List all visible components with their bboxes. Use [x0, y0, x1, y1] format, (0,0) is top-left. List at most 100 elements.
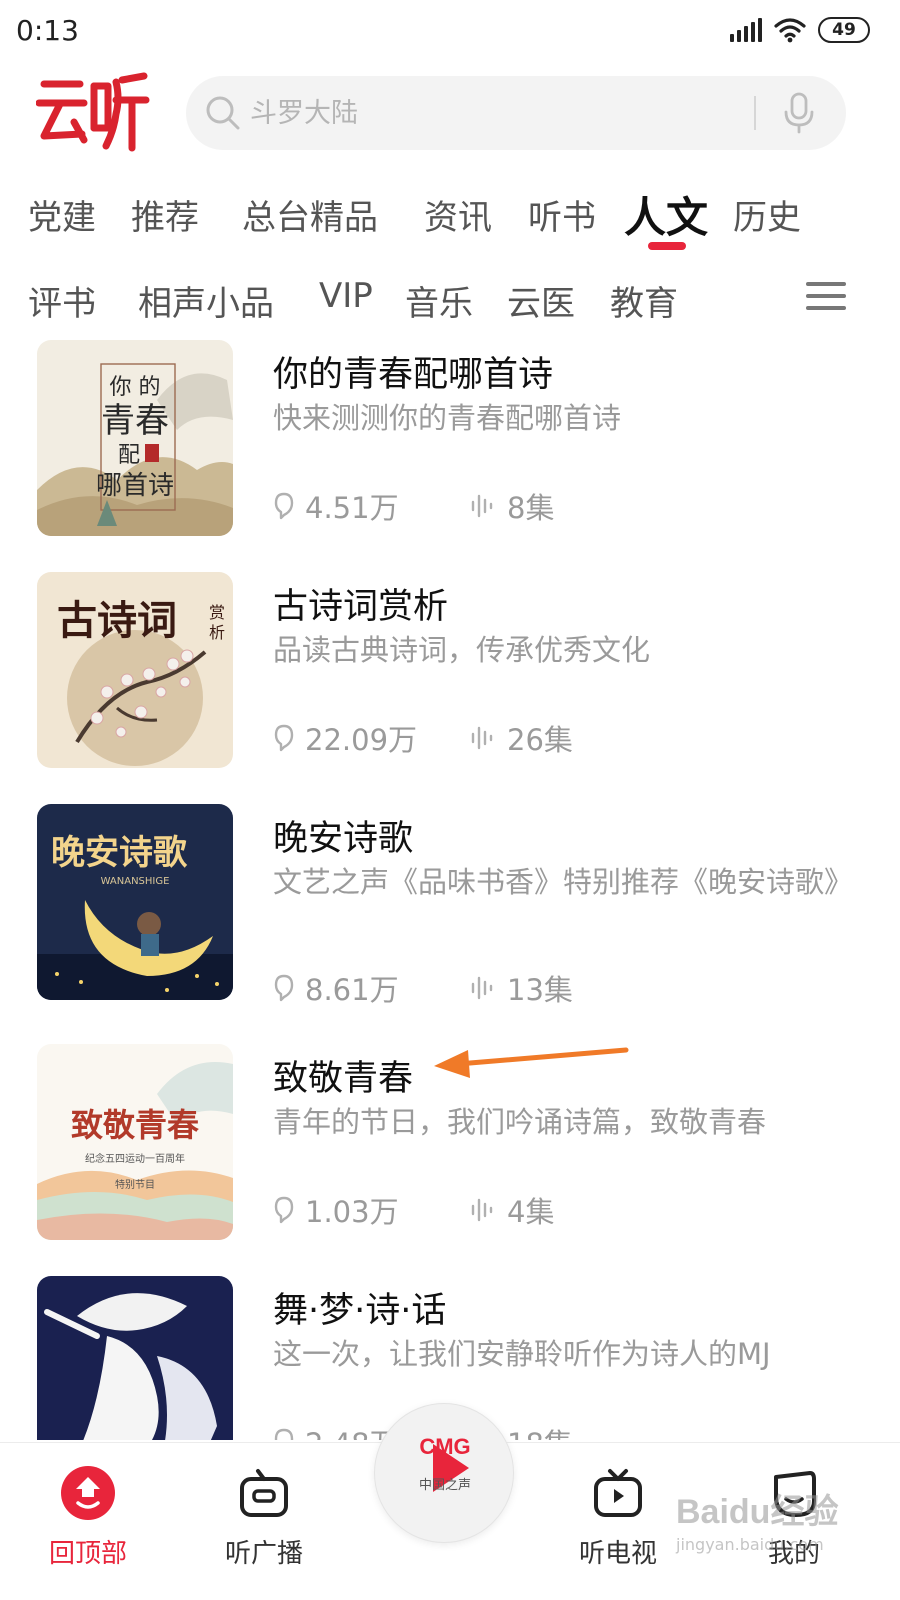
- play-count-value: 22.09万: [305, 723, 418, 757]
- svg-text:WANANSHIGE: WANANSHIGE: [101, 876, 170, 887]
- watermark-sub: jingyan.baidu.com: [676, 1535, 824, 1554]
- tv-icon: [594, 1469, 642, 1517]
- episode-count: 26集: [469, 717, 573, 759]
- item-title[interactable]: 舞·梦·诗·话: [273, 1282, 446, 1333]
- item-stats: 22.09万 26集: [273, 718, 573, 758]
- play-count: 8.61万: [273, 967, 469, 1009]
- svg-text:赏: 赏: [209, 603, 225, 622]
- nav-home-label: 回顶部: [48, 1539, 127, 1569]
- wifi-icon: [774, 18, 806, 43]
- tab-education[interactable]: 教育: [610, 276, 678, 325]
- episode-count: 8集: [469, 485, 554, 527]
- menu-icon[interactable]: [806, 280, 846, 312]
- tab-crosstalk[interactable]: 相声小品: [138, 276, 274, 325]
- nav-radio-label: 听广播: [224, 1539, 303, 1569]
- category-tabs-secondary: 评书 相声小品 VIP 音乐 云医 教育: [0, 276, 900, 346]
- status-time: 0:13: [16, 14, 79, 47]
- channel-name: 中国之声: [418, 1478, 471, 1493]
- tab-recommend[interactable]: 推荐: [131, 190, 199, 239]
- episode-count: 13集: [469, 967, 573, 1009]
- svg-text:配: 配: [118, 443, 140, 468]
- list-item[interactable]: 古诗词 赏 析 古诗词赏析 品读古典诗词，传承优秀文化 22.09万 26集: [0, 572, 900, 772]
- cover-image: 舞梦诗话: [37, 1276, 233, 1440]
- episode-count-value: 13集: [507, 973, 573, 1007]
- watermark: Baidu经验 jingyan.baidu.com: [676, 1484, 876, 1554]
- nav-tv-label: 听电视: [578, 1539, 657, 1569]
- status-icons: 49: [730, 14, 870, 46]
- center-play-button[interactable]: CMG 中国之声: [374, 1403, 514, 1543]
- list-item[interactable]: 你 的 青春 配 哪首诗 你的青春配哪首诗 快来测测你的青春配哪首诗 4.51万…: [0, 340, 900, 540]
- svg-text:析: 析: [209, 623, 225, 642]
- item-title[interactable]: 致敬青春: [273, 1050, 413, 1101]
- episode-icon: [471, 1198, 493, 1222]
- search-input[interactable]: [250, 93, 730, 133]
- tab-pingshu[interactable]: 评书: [28, 276, 96, 325]
- play-count-icon: [274, 1196, 294, 1224]
- battery-indicator: 49: [818, 17, 870, 43]
- cover-image: 古诗词 赏 析: [37, 572, 233, 768]
- nav-tv[interactable]: 听电视: [558, 1457, 678, 1569]
- mic-icon[interactable]: [782, 92, 816, 134]
- svg-text:纪念五四运动一百周年: 纪念五四运动一百周年: [85, 1152, 185, 1165]
- tab-audiobook[interactable]: 听书: [528, 190, 596, 239]
- tab-premium[interactable]: 总台精品: [242, 190, 378, 239]
- tab-music[interactable]: 音乐: [405, 276, 473, 325]
- tab-dangjian[interactable]: 党建: [28, 190, 96, 239]
- episode-count: 4集: [469, 1189, 554, 1231]
- tab-news[interactable]: 资讯: [424, 190, 492, 239]
- episode-icon: [471, 726, 493, 750]
- content-list: 你 的 青春 配 哪首诗 你的青春配哪首诗 快来测测你的青春配哪首诗 4.51万…: [0, 340, 900, 1440]
- svg-text:青春: 青春: [101, 401, 169, 441]
- episode-icon: [471, 976, 493, 1000]
- play-count: 4.51万: [273, 485, 469, 527]
- svg-text:特别节目: 特别节目: [115, 1179, 155, 1191]
- svg-text:哪首诗: 哪首诗: [96, 471, 174, 501]
- radio-icon: [240, 1469, 288, 1517]
- search-icon[interactable]: [204, 94, 242, 132]
- svg-text:你 的: 你 的: [110, 375, 161, 400]
- item-stats: 1.03万 4集: [273, 1190, 554, 1230]
- item-description: 这一次，让我们安静聆听作为诗人的MJ: [273, 1337, 771, 1371]
- item-stats: 8.61万 13集: [273, 968, 573, 1008]
- app-logo[interactable]: [36, 70, 152, 154]
- status-bar: 0:13 49: [0, 0, 900, 60]
- episode-icon: [471, 494, 493, 518]
- cover-image: 致敬青春 纪念五四运动一百周年 特别节目: [37, 1044, 233, 1240]
- annotation-arrow: [434, 1047, 629, 1078]
- item-description: 文艺之声《品味书香》特别推荐《晚安诗歌》: [273, 865, 854, 899]
- item-description: 品读古典诗词，传承优秀文化: [273, 633, 651, 667]
- cover-image: 你 的 青春 配 哪首诗: [37, 340, 233, 536]
- svg-text:古诗词: 古诗词: [57, 597, 177, 644]
- item-description: 青年的节日，我们吟诵诗篇，致敬青春: [273, 1105, 767, 1139]
- nav-radio[interactable]: 听广播: [204, 1457, 324, 1569]
- item-title[interactable]: 古诗词赏析: [273, 578, 448, 629]
- play-count-value: 8.61万: [305, 973, 399, 1007]
- tab-humanities[interactable]: 人文: [624, 184, 708, 245]
- tab-vip[interactable]: VIP: [319, 276, 373, 316]
- play-count: 22.09万: [273, 717, 469, 759]
- play-count-icon: [274, 492, 294, 520]
- play-count: 1.03万: [273, 1189, 469, 1231]
- play-count-value: 4.51万: [305, 491, 399, 525]
- item-title[interactable]: 你的青春配哪首诗: [273, 346, 553, 397]
- nav-home[interactable]: 回顶部: [28, 1457, 148, 1569]
- search-divider: [754, 96, 756, 130]
- search-bar[interactable]: [186, 76, 846, 150]
- episode-count-value: 26集: [507, 723, 573, 757]
- item-title[interactable]: 晚安诗歌: [273, 810, 413, 861]
- home-icon: [61, 1466, 115, 1520]
- play-count-icon: [274, 724, 294, 752]
- play-count-icon: [274, 1428, 294, 1440]
- active-tab-indicator: [648, 242, 686, 250]
- episode-count-value: 4集: [507, 1195, 555, 1229]
- tab-health[interactable]: 云医: [507, 276, 575, 325]
- item-stats: 4.51万 8集: [273, 486, 554, 526]
- svg-text:晚安诗歌: 晚安诗歌: [51, 833, 188, 873]
- episode-count-value: 8集: [507, 491, 555, 525]
- tab-history[interactable]: 历史: [733, 190, 801, 239]
- category-tabs-primary: 党建 推荐 总台精品 资讯 听书 人文 历史: [0, 190, 900, 260]
- play-count-value: 1.03万: [305, 1195, 399, 1229]
- svg-text:致敬青春: 致敬青春: [71, 1106, 199, 1144]
- watermark-main: Baidu经验: [676, 1493, 839, 1531]
- list-item[interactable]: 晚安诗歌 WANANSHIGE 晚安诗歌 文艺之声《品味书香》特别推荐《晚安诗歌…: [0, 804, 900, 1007]
